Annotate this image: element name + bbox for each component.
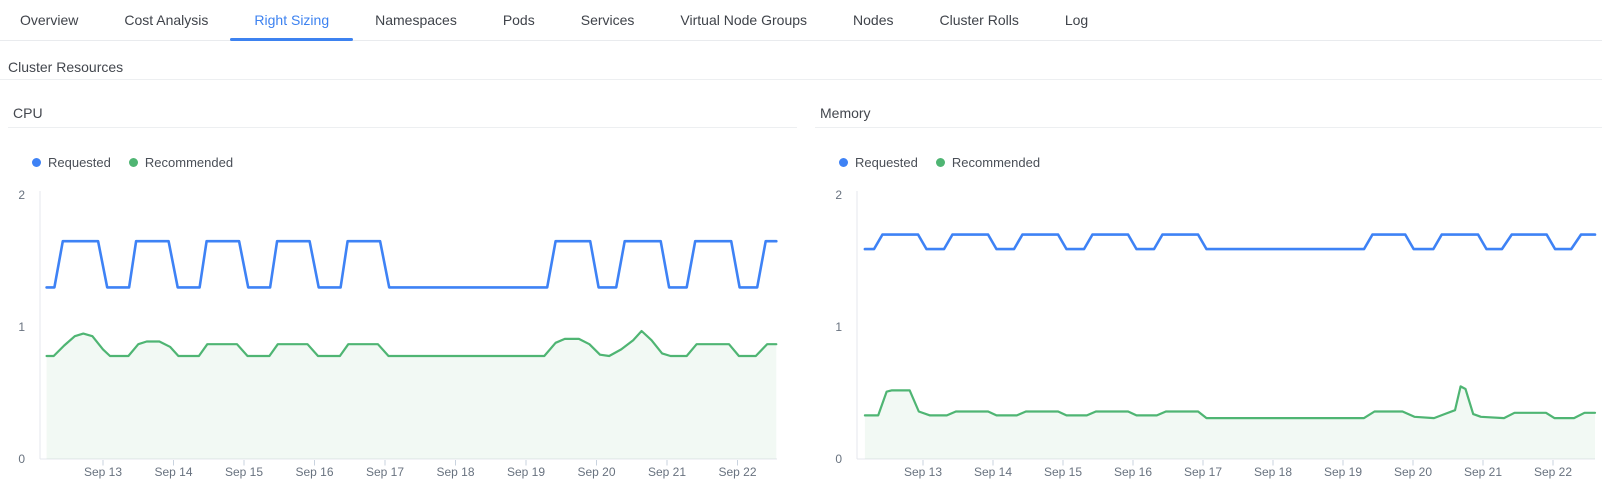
tab-nodes[interactable]: Nodes (853, 0, 893, 40)
tab-pods[interactable]: Pods (503, 0, 535, 40)
legend-label-recommended: Recommended (952, 155, 1040, 170)
legend-item-recommended[interactable]: Recommended (936, 155, 1040, 170)
tab-cost-analysis[interactable]: Cost Analysis (124, 0, 208, 40)
tab-log[interactable]: Log (1065, 0, 1088, 40)
requested-series-dot (32, 158, 41, 167)
svg-text:Sep 14: Sep 14 (974, 465, 1012, 479)
tab-overview[interactable]: Overview (20, 0, 78, 40)
memory-chart-canvas: 0 1 2 Sep 13 Sep 14 Sep 15 Sep 16 Sep 17 Sep 18 S… (815, 180, 1602, 480)
memory-chart-legend: Requested Recommended (839, 154, 1602, 170)
svg-text:Sep 18: Sep 18 (1254, 465, 1292, 479)
svg-text:0: 0 (18, 452, 25, 466)
svg-text:Sep 18: Sep 18 (436, 465, 474, 479)
svg-text:Sep 20: Sep 20 (577, 465, 615, 479)
legend-item-recommended[interactable]: Recommended (129, 155, 233, 170)
svg-text:1: 1 (18, 320, 25, 334)
svg-text:Sep 14: Sep 14 (154, 465, 192, 479)
requested-series-dot (839, 158, 848, 167)
cpu-chart-legend: Requested Recommended (32, 154, 797, 170)
svg-text:Sep 17: Sep 17 (1184, 465, 1222, 479)
svg-text:Sep 19: Sep 19 (507, 465, 545, 479)
svg-text:Sep 16: Sep 16 (295, 465, 333, 479)
svg-text:Sep 15: Sep 15 (1044, 465, 1082, 479)
legend-label-requested: Requested (855, 155, 918, 170)
svg-text:0: 0 (835, 452, 842, 466)
tab-cluster-rolls[interactable]: Cluster Rolls (939, 0, 1018, 40)
svg-text:1: 1 (835, 320, 842, 334)
svg-text:2: 2 (835, 188, 842, 202)
section-divider (0, 79, 1602, 80)
svg-text:Sep 20: Sep 20 (1394, 465, 1432, 479)
tab-namespaces[interactable]: Namespaces (375, 0, 457, 40)
svg-text:Sep 13: Sep 13 (84, 465, 122, 479)
legend-item-requested[interactable]: Requested (839, 155, 918, 170)
cpu-chart-title: CPU (8, 100, 797, 128)
section-title: Cluster Resources (8, 59, 123, 75)
memory-chart-title: Memory (815, 100, 1602, 128)
memory-panel: Memory Requested Recommended 0 1 2 Sep 13 Se… (815, 100, 1602, 480)
svg-text:Sep 21: Sep 21 (648, 465, 686, 479)
legend-label-requested: Requested (48, 155, 111, 170)
svg-text:Sep 13: Sep 13 (904, 465, 942, 479)
svg-text:2: 2 (18, 188, 25, 202)
legend-label-recommended: Recommended (145, 155, 233, 170)
tab-bar: Overview Cost Analysis Right Sizing Namespa… (0, 0, 1602, 41)
legend-item-requested[interactable]: Requested (32, 155, 111, 170)
cpu-panel: CPU Requested Recommended 0 1 2 Sep 13 Sep 1… (8, 100, 797, 480)
recommended-series-dot (936, 158, 945, 167)
svg-text:Sep 16: Sep 16 (1114, 465, 1152, 479)
tab-right-sizing[interactable]: Right Sizing (254, 0, 329, 40)
tab-virtual-node-groups[interactable]: Virtual Node Groups (680, 0, 807, 40)
cpu-chart-canvas: 0 1 2 Sep 13 Sep 14 Sep 15 Sep 16 Sep 17 Sep 18 S… (8, 180, 778, 480)
svg-text:Sep 22: Sep 22 (718, 465, 756, 479)
svg-text:Sep 21: Sep 21 (1464, 465, 1502, 479)
svg-text:Sep 22: Sep 22 (1534, 465, 1572, 479)
svg-text:Sep 19: Sep 19 (1324, 465, 1362, 479)
svg-text:Sep 17: Sep 17 (366, 465, 404, 479)
tab-services[interactable]: Services (581, 0, 635, 40)
svg-text:Sep 15: Sep 15 (225, 465, 263, 479)
recommended-series-dot (129, 158, 138, 167)
